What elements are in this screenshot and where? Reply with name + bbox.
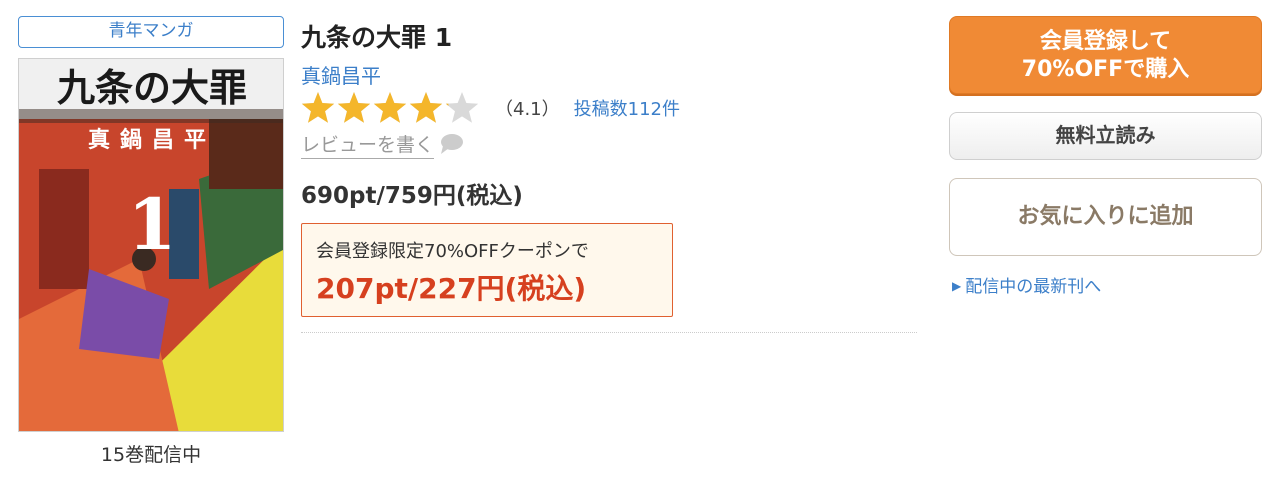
coupon-box: 会員登録限定70%OFFクーポンで 207pt/227円(税込) xyxy=(301,223,673,317)
latest-volume-link[interactable]: ▶ 配信中の最新刊へ xyxy=(952,272,1101,297)
speech-bubble-icon xyxy=(441,134,464,154)
book-cover[interactable]: 九条の大罪 真鍋昌平 1 xyxy=(18,58,284,432)
rating-row: （4.1） 投稿数112件 xyxy=(301,90,680,126)
author-link[interactable]: 真鍋昌平 xyxy=(301,60,381,89)
star-filled-icon xyxy=(301,92,335,123)
buy-button-line1: 会員登録して xyxy=(1039,29,1172,54)
star-filled-icon xyxy=(373,92,407,123)
write-review-link[interactable]: レビューを書く xyxy=(301,130,464,159)
cover-title-text: 九条の大罪 xyxy=(57,65,247,110)
coupon-label: 会員登録限定70%OFFクーポンで xyxy=(316,241,589,262)
cover-author-text: 真鍋昌平 xyxy=(88,127,216,153)
genre-tag[interactable]: 青年マンガ xyxy=(18,16,284,48)
rating-value: （4.1） xyxy=(495,99,560,120)
register-and-buy-button[interactable]: 会員登録して 70%OFFで購入 xyxy=(949,16,1262,94)
add-to-favorites-button[interactable]: お気に入りに追加 xyxy=(949,178,1262,256)
star-rating xyxy=(301,91,481,125)
price-label: 690pt/759円(税込) xyxy=(301,183,523,209)
free-preview-button[interactable]: 無料立読み xyxy=(949,112,1262,160)
write-review-label: レビューを書く xyxy=(301,130,435,159)
latest-volume-link-label: 配信中の最新刊へ xyxy=(965,277,1102,297)
star-icons xyxy=(301,92,479,123)
buy-button-line2: 70%OFFで購入 xyxy=(1021,57,1190,82)
cover-volume-number: 1 xyxy=(128,183,177,266)
volumes-available-label: 15巻配信中 xyxy=(100,444,202,466)
cover-artwork: 九条の大罪 真鍋昌平 1 xyxy=(19,59,283,431)
star-empty-icon xyxy=(445,92,479,123)
divider xyxy=(301,332,917,333)
book-title: 九条の大罪 1 xyxy=(301,23,453,52)
star-filled-icon xyxy=(337,92,371,123)
star-filled-icon xyxy=(409,92,443,123)
triangle-right-icon: ▶ xyxy=(952,279,962,293)
coupon-price: 207pt/227円(税込) xyxy=(316,272,587,305)
review-count-link[interactable]: 投稿数112件 xyxy=(574,95,680,121)
